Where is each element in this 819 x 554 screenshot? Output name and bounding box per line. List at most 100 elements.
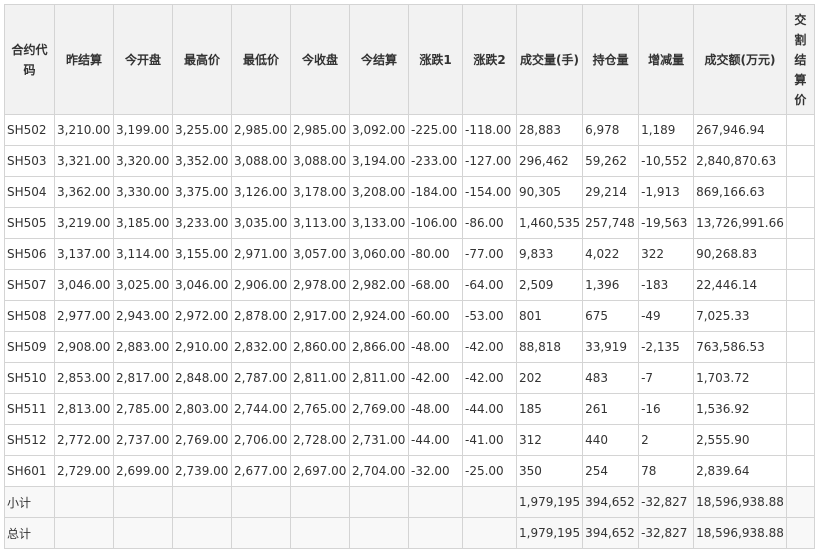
cell-high: 3,255.00 <box>172 114 232 146</box>
cell-turnover: 1,703.72 <box>693 362 787 394</box>
cell-oi-change: 78 <box>638 455 695 487</box>
cell-open-interest: 440 <box>582 424 640 456</box>
cell-settle: 2,982.00 <box>349 269 409 301</box>
header-code: 合约代码 <box>4 4 55 115</box>
cell-open-interest: 1,396 <box>582 269 640 301</box>
cell-prev-settle: 3,137.00 <box>54 238 114 270</box>
cell-oi-change: -16 <box>638 393 695 425</box>
cell-chg1: -184.00 <box>408 176 463 208</box>
cell-chg1: -32.00 <box>408 455 463 487</box>
cell-chg1: -44.00 <box>408 424 463 456</box>
cell-volume: 9,833 <box>515 238 584 270</box>
cell-chg2: -41.00 <box>462 424 517 456</box>
cell-prev-settle <box>54 486 114 518</box>
cell-high <box>172 517 232 549</box>
cell-prev-settle <box>54 517 114 549</box>
cell-code: SH509 <box>4 331 55 363</box>
cell-high: 2,972.00 <box>172 300 232 332</box>
cell-code: 小计 <box>4 486 55 518</box>
cell-chg2: -154.00 <box>462 176 517 208</box>
cell-close: 2,765.00 <box>290 393 350 425</box>
cell-high: 3,046.00 <box>172 269 232 301</box>
cell-prev-settle: 2,772.00 <box>54 424 114 456</box>
futures-quote-table-container: 合约代码 昨结算 今开盘 最高价 最低价 今收盘 今结算 涨跌1 涨跌2 成交量… <box>4 4 815 549</box>
cell-chg2: -118.00 <box>462 114 517 146</box>
cell-chg1 <box>408 517 463 549</box>
table-row: SH506 3,137.00 3,114.00 3,155.00 2,971.00 3,0… <box>4 238 815 270</box>
cell-settle: 2,769.00 <box>349 393 409 425</box>
cell-volume: 202 <box>515 362 584 394</box>
cell-chg2: -64.00 <box>462 269 517 301</box>
cell-volume: 1,460,535 <box>515 207 584 239</box>
cell-open: 2,699.00 <box>113 455 173 487</box>
cell-settle <box>349 486 409 518</box>
header-high: 最高价 <box>172 4 232 115</box>
cell-code: SH512 <box>4 424 55 456</box>
cell-open: 3,330.00 <box>113 176 173 208</box>
cell-low: 2,878.00 <box>231 300 291 332</box>
cell-high <box>172 486 232 518</box>
cell-settle: 2,731.00 <box>349 424 409 456</box>
cell-settle: 2,811.00 <box>349 362 409 394</box>
header-open: 今开盘 <box>113 4 173 115</box>
cell-prev-settle: 2,813.00 <box>54 393 114 425</box>
cell-chg1: -225.00 <box>408 114 463 146</box>
cell-prev-settle: 3,219.00 <box>54 207 114 239</box>
cell-open-interest: 29,214 <box>582 176 640 208</box>
cell-delivery-settle <box>785 207 815 239</box>
cell-turnover: 13,726,991.66 <box>693 207 787 239</box>
cell-low: 3,088.00 <box>231 145 291 177</box>
cell-close: 2,728.00 <box>290 424 350 456</box>
cell-open: 2,943.00 <box>113 300 173 332</box>
cell-chg2: -77.00 <box>462 238 517 270</box>
cell-delivery-settle <box>785 517 815 549</box>
cell-oi-change: -10,552 <box>638 145 695 177</box>
cell-delivery-settle <box>785 238 815 270</box>
cell-close: 2,985.00 <box>290 114 350 146</box>
cell-oi-change: 1,189 <box>638 114 695 146</box>
cell-close: 2,811.00 <box>290 362 350 394</box>
cell-oi-change: -2,135 <box>638 331 695 363</box>
cell-volume: 312 <box>515 424 584 456</box>
cell-prev-settle: 3,210.00 <box>54 114 114 146</box>
table-row: SH511 2,813.00 2,785.00 2,803.00 2,744.00 2,7… <box>4 393 815 425</box>
cell-delivery-settle <box>785 331 815 363</box>
cell-high: 3,155.00 <box>172 238 232 270</box>
cell-high: 3,233.00 <box>172 207 232 239</box>
header-row: 合约代码 昨结算 今开盘 最高价 最低价 今收盘 今结算 涨跌1 涨跌2 成交量… <box>4 4 815 115</box>
cell-open <box>113 517 173 549</box>
cell-chg2: -42.00 <box>462 362 517 394</box>
cell-chg1: -48.00 <box>408 331 463 363</box>
cell-close: 2,697.00 <box>290 455 350 487</box>
cell-chg1: -80.00 <box>408 238 463 270</box>
cell-code: SH504 <box>4 176 55 208</box>
cell-volume: 28,883 <box>515 114 584 146</box>
cell-close: 3,178.00 <box>290 176 350 208</box>
cell-close: 3,057.00 <box>290 238 350 270</box>
cell-low: 2,677.00 <box>231 455 291 487</box>
cell-settle: 3,194.00 <box>349 145 409 177</box>
cell-oi-change: -49 <box>638 300 695 332</box>
cell-turnover: 763,586.53 <box>693 331 787 363</box>
cell-volume: 350 <box>515 455 584 487</box>
cell-low <box>231 517 291 549</box>
cell-code: SH505 <box>4 207 55 239</box>
cell-low: 3,126.00 <box>231 176 291 208</box>
cell-volume: 1,979,195 <box>515 517 584 549</box>
cell-oi-change: -32,827 <box>638 517 695 549</box>
cell-code: SH508 <box>4 300 55 332</box>
header-close: 今收盘 <box>290 4 350 115</box>
cell-prev-settle: 2,729.00 <box>54 455 114 487</box>
total-row: 总计 1,979,195 394,652 -32,827 18,596,938.88 <box>4 517 815 549</box>
cell-delivery-settle <box>785 269 815 301</box>
cell-oi-change: 2 <box>638 424 695 456</box>
cell-delivery-settle <box>785 455 815 487</box>
cell-oi-change: -7 <box>638 362 695 394</box>
cell-chg2: -86.00 <box>462 207 517 239</box>
cell-prev-settle: 2,853.00 <box>54 362 114 394</box>
cell-turnover: 22,446.14 <box>693 269 787 301</box>
cell-open: 3,199.00 <box>113 114 173 146</box>
cell-chg2: -42.00 <box>462 331 517 363</box>
cell-low: 2,832.00 <box>231 331 291 363</box>
cell-open-interest: 33,919 <box>582 331 640 363</box>
